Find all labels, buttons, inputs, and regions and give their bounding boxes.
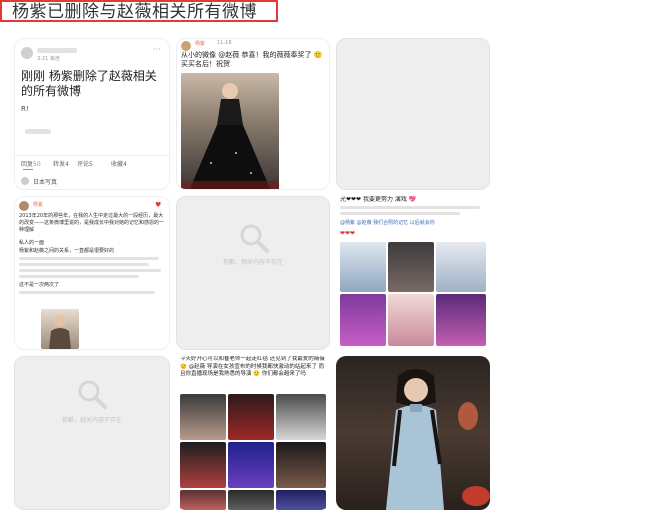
grid-photo[interactable] bbox=[388, 294, 434, 346]
tab-reply[interactable]: 回复50 bbox=[21, 159, 41, 168]
hearts: ❤❤❤ bbox=[340, 230, 356, 237]
text-blur bbox=[19, 257, 159, 260]
grid-photo[interactable] bbox=[180, 490, 226, 510]
more-icon[interactable]: ··· bbox=[153, 45, 161, 54]
post-handle: 杨紫 bbox=[195, 41, 206, 47]
tab-repost[interactable]: 转发4 bbox=[53, 159, 69, 168]
post-time: 3-21 来自 bbox=[37, 56, 60, 62]
text-blur bbox=[19, 275, 139, 278]
post-text: 今天好开心可以和崔老师一起走红毯 还见到了我最爱的薇薇 🙂 @赵薇 导演在女孩宣… bbox=[180, 356, 325, 377]
grid-photo[interactable] bbox=[276, 490, 326, 510]
avatar bbox=[181, 41, 191, 51]
grid-photo[interactable] bbox=[276, 394, 326, 440]
avatar bbox=[21, 47, 33, 59]
dress-figure bbox=[181, 83, 279, 189]
search-icon bbox=[240, 224, 269, 253]
placeholder-text: 抱歉，相关内容不存在 bbox=[222, 259, 283, 266]
grid-photo[interactable] bbox=[228, 490, 274, 510]
grid-photo[interactable] bbox=[228, 394, 274, 440]
post-text: 光❤❤❤ 我要更努力 演戏 💖 bbox=[340, 196, 417, 203]
heart-icon[interactable]: ♥ bbox=[155, 201, 161, 209]
search-icon bbox=[78, 380, 107, 409]
headline-banner: 杨紫已删除与赵薇相关所有微博 bbox=[0, 0, 278, 22]
portrait-figure bbox=[49, 315, 71, 349]
star-post-card[interactable]: 杨紫 11-18 从小的微像 @赵薇 恭喜！我的薇薇奉奖了 🙂 买买名后！祝贺 bbox=[176, 38, 330, 190]
post-line: 这不是一次两次了 bbox=[19, 282, 60, 288]
missing-image-card bbox=[336, 38, 490, 190]
drama-still-photo bbox=[386, 369, 490, 510]
text-blur bbox=[340, 212, 460, 215]
footer-avatar bbox=[21, 177, 29, 185]
post-tail: R! bbox=[21, 105, 29, 113]
text-blur bbox=[19, 291, 155, 294]
grid-photo[interactable] bbox=[436, 242, 486, 292]
text-blur bbox=[19, 269, 161, 272]
grid-photo[interactable] bbox=[388, 242, 434, 292]
headline-text: 杨紫已删除与赵薇相关所有微博 bbox=[12, 2, 257, 22]
post-line: 私人的一面 bbox=[19, 240, 45, 246]
grid-photo[interactable] bbox=[340, 242, 386, 292]
post-text: 从小的微像 @赵薇 恭喜！我的薇薇奉奖了 🙂 买买名后！祝贺 bbox=[181, 51, 323, 68]
missing-image-card: 抱歉，相关内容不存在 bbox=[176, 196, 330, 350]
grid-photo[interactable] bbox=[436, 294, 486, 346]
post-text: @杨紫 @赵薇 我们合照的记忆 以后就会你 bbox=[340, 220, 435, 226]
weibo-post-card[interactable]: 3-21 来自 ··· 刚刚 杨紫删除了赵薇相关的所有微博 R! 回复50 转发… bbox=[14, 38, 170, 190]
avatar bbox=[19, 201, 29, 211]
username-blur bbox=[37, 48, 77, 53]
grid-photo[interactable] bbox=[276, 442, 326, 488]
post-time: 11-18 bbox=[217, 40, 232, 46]
post-paragraph: 2013年20年的那些年，在我的人生中走过最大的一段经历，最大的改变——这条微博… bbox=[19, 213, 165, 233]
emoji-post-card[interactable]: 光❤❤❤ 我要更努力 演戏 💖 @杨紫 @赵薇 我们合照的记忆 以后就会你 ❤❤… bbox=[336, 196, 490, 350]
drama-still-card[interactable] bbox=[336, 356, 490, 510]
comment-post-card[interactable]: 今天好开心可以和崔老师一起走红毯 还见到了我最爱的薇薇 🙂 @赵薇 导演在女孩宣… bbox=[176, 356, 330, 510]
post-body: 刚刚 杨紫删除了赵薇相关的所有微博 bbox=[21, 69, 157, 98]
text-blur bbox=[19, 263, 149, 266]
footer-text: 日本写真 bbox=[33, 179, 58, 186]
portrait-photo[interactable] bbox=[41, 309, 79, 349]
grid-photo[interactable] bbox=[180, 394, 226, 440]
post-line: 杨紫和赵薇之间的关系，一直都是很要好的 bbox=[19, 248, 115, 254]
missing-image-card: 抱歉，相关内容不存在 bbox=[14, 356, 170, 510]
tab-comment[interactable]: 评论5 bbox=[77, 159, 93, 168]
meta-blur bbox=[25, 129, 51, 134]
tab-bar: 回复50 转发4 评论5 收藏4 bbox=[15, 155, 169, 168]
active-tab-indicator bbox=[23, 169, 33, 170]
grid-photo[interactable] bbox=[340, 294, 386, 346]
grid-photo[interactable] bbox=[180, 442, 226, 488]
post-author: 杨紫 bbox=[33, 202, 44, 208]
black-dress-photo[interactable] bbox=[181, 73, 279, 189]
long-post-card[interactable]: 杨紫 ♥ 2013年20年的那些年，在我的人生中走过最大的一段经历，最大的改变—… bbox=[14, 196, 170, 350]
tab-favorite[interactable]: 收藏4 bbox=[111, 159, 127, 168]
placeholder-text: 抱歉，相关内容不存在 bbox=[61, 417, 122, 424]
grid-photo[interactable] bbox=[228, 442, 274, 488]
text-blur bbox=[340, 206, 480, 209]
